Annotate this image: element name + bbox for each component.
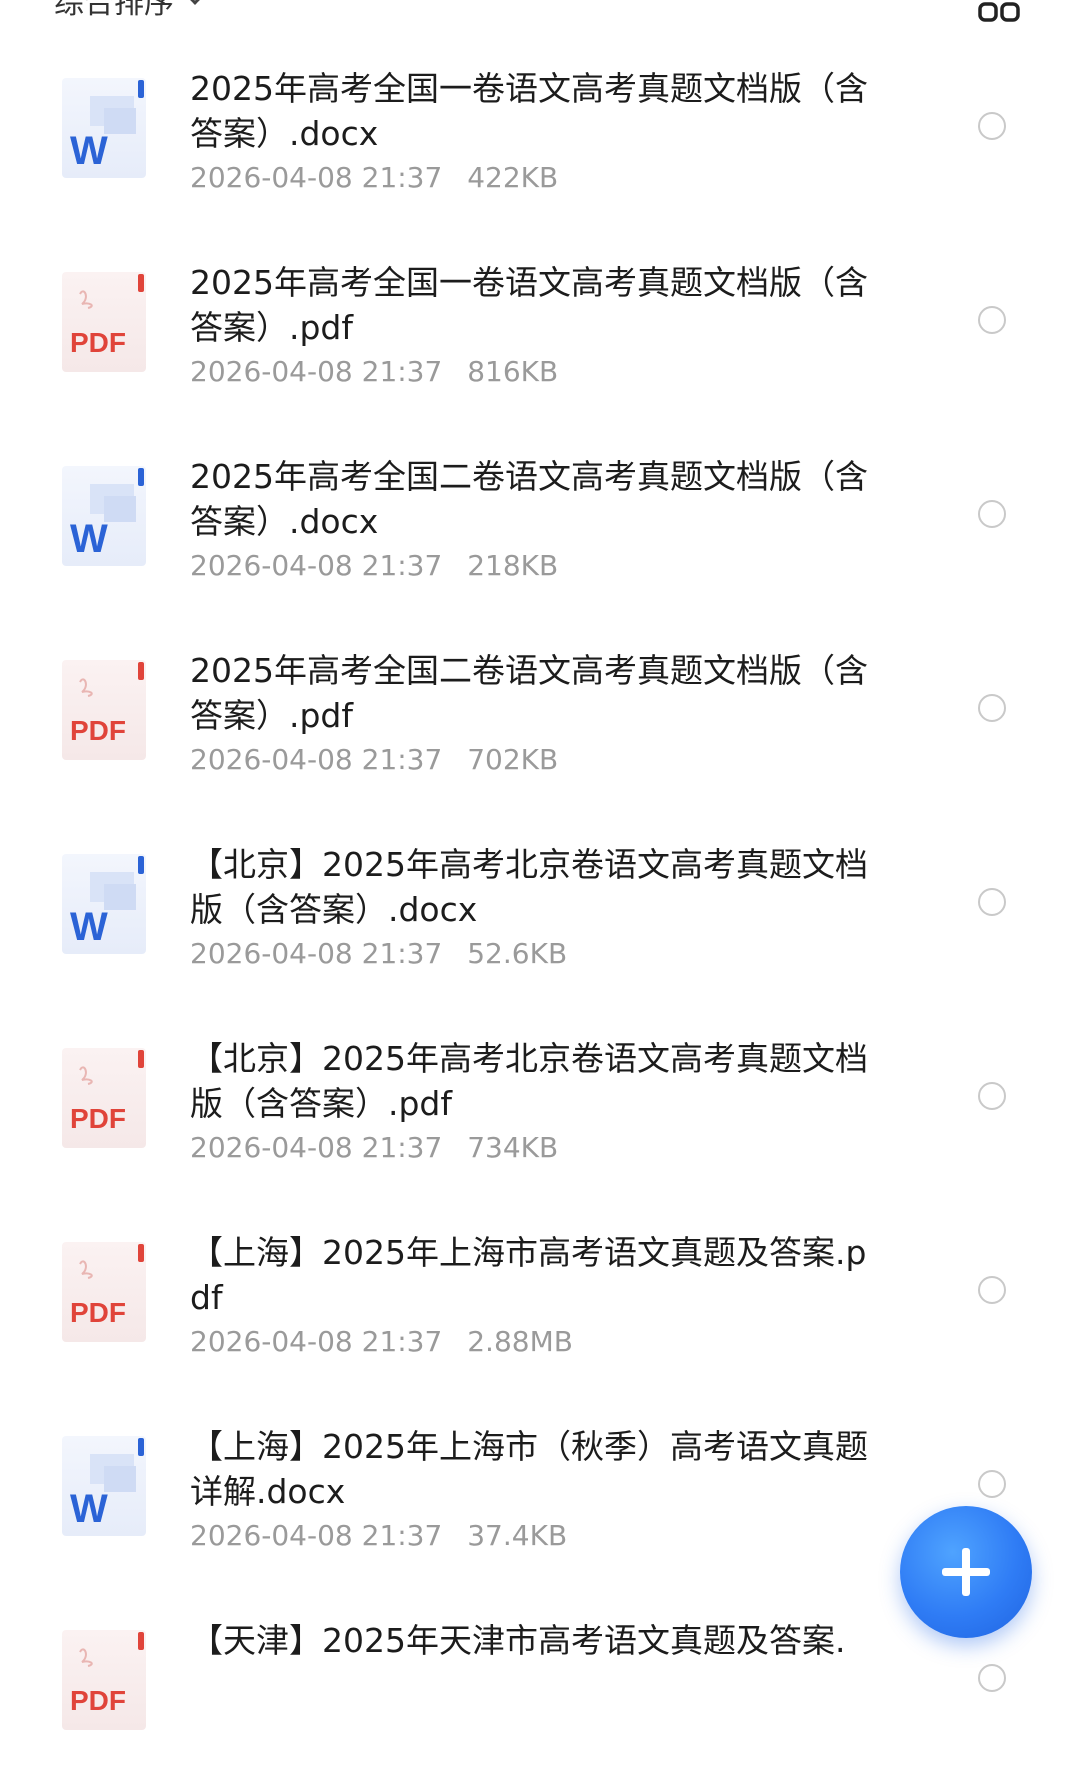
chevron-down-icon [185, 0, 205, 5]
file-name: 【上海】2025年上海市高考语文真题及答案.pdf [190, 1233, 867, 1317]
file-meta: 2026-04-08 21:37 816KB [190, 352, 870, 392]
file-date: 2026-04-08 21:37 [190, 549, 443, 582]
word-file-icon: W [60, 850, 150, 958]
word-file-icon: W [60, 1432, 150, 1540]
file-name: 【北京】2025年高考北京卷语文高考真题文档版（含答案）.pdf [190, 1039, 868, 1123]
file-row[interactable]: W 2025年高考全国一卷语文高考真题文档版（含答案）.docx 2026-04… [0, 40, 1080, 234]
file-size: 734KB [467, 1131, 559, 1164]
pdf-file-icon: PDF [60, 656, 150, 764]
file-meta: 2026-04-08 21:37 702KB [190, 740, 870, 780]
file-date: 2026-04-08 21:37 [190, 1519, 443, 1552]
file-date: 2026-04-08 21:37 [190, 355, 443, 388]
select-checkbox[interactable] [978, 888, 1006, 916]
file-meta: 2026-04-08 21:37 37.4KB [190, 1516, 870, 1556]
plus-icon [942, 1548, 990, 1596]
file-info: 2025年高考全国二卷语文高考真题文档版（含答案）.pdf 2026-04-08… [190, 648, 870, 780]
add-button[interactable] [900, 1506, 1032, 1638]
file-size: 2.88MB [467, 1325, 573, 1358]
file-size: 52.6KB [467, 937, 568, 970]
select-checkbox[interactable] [978, 1082, 1006, 1110]
svg-text:PDF: PDF [70, 1103, 126, 1134]
sort-dropdown[interactable]: 综合排序 [54, 0, 205, 22]
word-file-icon: W [60, 462, 150, 570]
select-checkbox[interactable] [978, 1276, 1006, 1304]
file-name: 【上海】2025年上海市（秋季）高考语文真题详解.docx [190, 1427, 868, 1511]
select-checkbox[interactable] [978, 1664, 1006, 1692]
file-info: 【天津】2025年天津市高考语文真题及答案. [190, 1618, 870, 1705]
word-file-icon: W [60, 74, 150, 182]
svg-text:PDF: PDF [70, 327, 126, 358]
file-row[interactable]: W 【北京】2025年高考北京卷语文高考真题文档版（含答案）.docx 2026… [0, 816, 1080, 1010]
file-meta: 2026-04-08 21:37 218KB [190, 546, 870, 586]
file-date: 2026-04-08 21:37 [190, 1325, 443, 1358]
file-name: 2025年高考全国一卷语文高考真题文档版（含答案）.pdf [190, 263, 868, 347]
file-meta [190, 1665, 870, 1705]
pdf-file-icon: PDF [60, 1044, 150, 1152]
pdf-file-icon: PDF [60, 1238, 150, 1346]
svg-text:W: W [70, 1487, 108, 1531]
file-row[interactable]: PDF 【上海】2025年上海市高考语文真题及答案.pdf 2026-04-08… [0, 1204, 1080, 1398]
file-size: 218KB [467, 549, 559, 582]
file-info: 2025年高考全国一卷语文高考真题文档版（含答案）.pdf 2026-04-08… [190, 260, 870, 392]
file-date: 2026-04-08 21:37 [190, 743, 443, 776]
file-name: 2025年高考全国二卷语文高考真题文档版（含答案）.docx [190, 457, 868, 541]
svg-text:PDF: PDF [70, 715, 126, 746]
file-row[interactable]: PDF 【天津】2025年天津市高考语文真题及答案. [0, 1592, 1080, 1786]
file-row[interactable]: W 2025年高考全国二卷语文高考真题文档版（含答案）.docx 2026-04… [0, 428, 1080, 622]
file-size: 422KB [467, 161, 559, 194]
file-info: 2025年高考全国一卷语文高考真题文档版（含答案）.docx 2026-04-0… [190, 66, 870, 198]
svg-text:W: W [70, 517, 108, 561]
svg-text:PDF: PDF [70, 1685, 126, 1716]
file-row[interactable]: PDF 2025年高考全国二卷语文高考真题文档版（含答案）.pdf 2026-0… [0, 622, 1080, 816]
grid-view-icon[interactable] [978, 2, 1020, 22]
file-size: 816KB [467, 355, 559, 388]
select-checkbox[interactable] [978, 1470, 1006, 1498]
file-name: 2025年高考全国二卷语文高考真题文档版（含答案）.pdf [190, 651, 868, 735]
select-checkbox[interactable] [978, 112, 1006, 140]
file-info: 【北京】2025年高考北京卷语文高考真题文档版（含答案）.pdf 2026-04… [190, 1036, 870, 1168]
file-meta: 2026-04-08 21:37 52.6KB [190, 934, 870, 974]
file-date: 2026-04-08 21:37 [190, 1131, 443, 1164]
file-list: W 2025年高考全国一卷语文高考真题文档版（含答案）.docx 2026-04… [0, 40, 1080, 1786]
file-size: 702KB [467, 743, 559, 776]
file-date: 2026-04-08 21:37 [190, 161, 443, 194]
pdf-file-icon: PDF [60, 1626, 150, 1734]
file-name: 【北京】2025年高考北京卷语文高考真题文档版（含答案）.docx [190, 845, 868, 929]
file-info: 【上海】2025年上海市（秋季）高考语文真题详解.docx 2026-04-08… [190, 1424, 870, 1556]
file-name: 【天津】2025年天津市高考语文真题及答案. [190, 1621, 846, 1660]
file-meta: 2026-04-08 21:37 422KB [190, 158, 870, 198]
svg-text:W: W [70, 129, 108, 173]
file-info: 2025年高考全国二卷语文高考真题文档版（含答案）.docx 2026-04-0… [190, 454, 870, 586]
file-meta: 2026-04-08 21:37 2.88MB [190, 1322, 870, 1362]
file-date: 2026-04-08 21:37 [190, 937, 443, 970]
file-info: 【北京】2025年高考北京卷语文高考真题文档版（含答案）.docx 2026-0… [190, 842, 870, 974]
file-meta: 2026-04-08 21:37 734KB [190, 1128, 870, 1168]
pdf-file-icon: PDF [60, 268, 150, 376]
file-name: 2025年高考全国一卷语文高考真题文档版（含答案）.docx [190, 69, 868, 153]
file-row[interactable]: PDF 2025年高考全国一卷语文高考真题文档版（含答案）.pdf 2026-0… [0, 234, 1080, 428]
svg-text:PDF: PDF [70, 1297, 126, 1328]
top-toolbar: 综合排序 [0, 0, 1080, 24]
file-row[interactable]: PDF 【北京】2025年高考北京卷语文高考真题文档版（含答案）.pdf 202… [0, 1010, 1080, 1204]
file-size: 37.4KB [467, 1519, 568, 1552]
select-checkbox[interactable] [978, 694, 1006, 722]
select-checkbox[interactable] [978, 306, 1006, 334]
select-checkbox[interactable] [978, 500, 1006, 528]
file-info: 【上海】2025年上海市高考语文真题及答案.pdf 2026-04-08 21:… [190, 1230, 870, 1362]
svg-text:W: W [70, 905, 108, 949]
sort-label: 综合排序 [54, 0, 174, 21]
